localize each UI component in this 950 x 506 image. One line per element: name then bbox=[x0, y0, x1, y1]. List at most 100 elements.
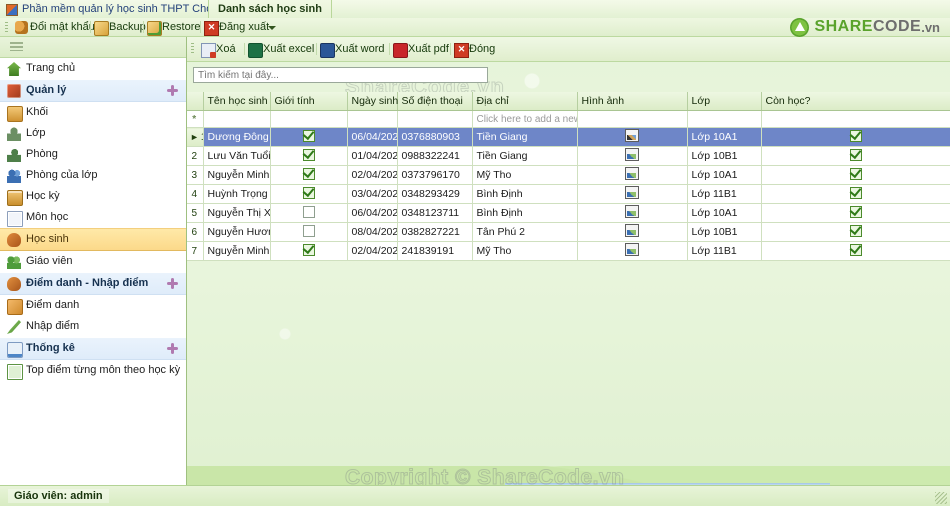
image-thumbnail-icon[interactable] bbox=[625, 224, 639, 237]
cell-active[interactable] bbox=[761, 165, 950, 185]
checkbox-checked-icon[interactable] bbox=[849, 130, 862, 142]
cell-sex[interactable] bbox=[270, 222, 348, 242]
cell-class[interactable]: Lớp 10A1 bbox=[687, 203, 762, 223]
cell-photo[interactable] bbox=[577, 184, 688, 204]
cell-name[interactable]: Nguyễn Hương N... bbox=[203, 222, 271, 242]
table-row[interactable]: 7 Nguyễn Minh Đức 02/04/2023 241839191 M… bbox=[186, 241, 950, 261]
cell-sex[interactable] bbox=[270, 241, 348, 261]
cell-name[interactable]: Nguyễn Minh Đức bbox=[203, 241, 271, 261]
search-input[interactable] bbox=[193, 67, 488, 83]
overflow-chevron-icon[interactable] bbox=[267, 22, 276, 33]
export-word-button[interactable]: Xuất word bbox=[319, 40, 385, 58]
sidebar-item-phong[interactable]: Phòng bbox=[0, 144, 186, 165]
delete-button[interactable]: Xoá bbox=[200, 40, 236, 58]
column-header-rownum[interactable] bbox=[186, 92, 204, 111]
hamburger-icon[interactable] bbox=[10, 42, 23, 51]
checkbox-checked-icon[interactable] bbox=[849, 168, 862, 180]
cell-sex[interactable] bbox=[270, 184, 348, 204]
cell-phone[interactable]: 0348123711 bbox=[397, 203, 473, 223]
checkbox-checked-icon[interactable] bbox=[849, 244, 862, 256]
table-row[interactable]: 5 Nguyễn Thị Xuyến 06/04/2023 0348123711… bbox=[186, 203, 950, 223]
cell-dob[interactable]: 06/04/2023 bbox=[347, 203, 398, 223]
checkbox-checked-icon[interactable] bbox=[849, 187, 862, 199]
new-row[interactable]: * Click here to add a new row bbox=[186, 110, 950, 128]
checkbox-checked-icon[interactable] bbox=[302, 149, 315, 161]
column-header-name[interactable]: Tên học sinh bbox=[203, 92, 271, 111]
sidebar-item-phong-cua-lop[interactable]: Phòng của lớp bbox=[0, 165, 186, 186]
column-header-sex[interactable]: Giới tính bbox=[270, 92, 348, 111]
cell-dob[interactable]: 01/04/2023 bbox=[347, 146, 398, 166]
cell-sex[interactable] bbox=[270, 203, 348, 223]
cell-name[interactable]: Nguyễn Minh Nhựt bbox=[203, 165, 271, 185]
cell-name[interactable]: Huỳnh Trọng Hiền bbox=[203, 184, 271, 204]
cell-photo[interactable] bbox=[577, 127, 688, 147]
new-row-hint[interactable]: Click here to add a new row bbox=[472, 110, 578, 128]
sidebar-item-nhap-diem[interactable]: Nhập điểm bbox=[0, 316, 186, 337]
pin-icon[interactable] bbox=[167, 343, 178, 354]
cell-phone[interactable]: 0988322241 bbox=[397, 146, 473, 166]
cell-address[interactable]: Tiền Giang bbox=[472, 146, 578, 166]
cell-address[interactable]: Bình Định bbox=[472, 203, 578, 223]
cell-address[interactable]: Tiền Giang bbox=[472, 127, 578, 147]
cell-active[interactable] bbox=[761, 146, 950, 166]
sidebar-item-diem-danh[interactable]: Điểm danh bbox=[0, 295, 186, 316]
column-header-photo[interactable]: Hình ảnh bbox=[577, 92, 688, 111]
cell-class[interactable]: Lớp 10A1 bbox=[687, 127, 762, 147]
table-row[interactable]: 4 Huỳnh Trọng Hiền 03/04/2023 0348293429… bbox=[186, 184, 950, 204]
cell-phone[interactable]: 0348293429 bbox=[397, 184, 473, 204]
table-row[interactable]: 2 Lưu Văn Tuổi 01/04/2023 0988322241 Tiề… bbox=[186, 146, 950, 166]
sidebar-item-top-diem[interactable]: Top điểm từng môn theo học kỳ bbox=[0, 360, 186, 381]
close-button[interactable]: ✕ Đóng bbox=[453, 40, 495, 58]
sidebar-item-hoc-sinh[interactable]: Học sinh bbox=[0, 228, 186, 251]
cell-photo[interactable] bbox=[577, 241, 688, 261]
table-row[interactable]: 6 Nguyễn Hương N... 08/04/2023 038282722… bbox=[186, 222, 950, 242]
menu-item-logout[interactable]: ✕ Đăng xuất bbox=[203, 18, 269, 36]
cell-photo[interactable] bbox=[577, 222, 688, 242]
cell-active[interactable] bbox=[761, 127, 950, 147]
sidebar-item-khoi[interactable]: Khối bbox=[0, 102, 186, 123]
export-excel-button[interactable]: Xuất excel bbox=[247, 40, 314, 58]
cell-photo[interactable] bbox=[577, 165, 688, 185]
sidebar-item-giao-vien[interactable]: Giáo viên bbox=[0, 251, 186, 272]
cell-sex[interactable] bbox=[270, 146, 348, 166]
cell-dob[interactable]: 02/04/2023 bbox=[347, 241, 398, 261]
checkbox-unchecked-icon[interactable] bbox=[302, 225, 315, 237]
image-thumbnail-icon[interactable] bbox=[625, 205, 639, 218]
image-thumbnail-icon[interactable] bbox=[625, 186, 639, 199]
menu-item-backup[interactable]: Backup bbox=[93, 18, 146, 36]
cell-dob[interactable]: 03/04/2023 bbox=[347, 184, 398, 204]
image-thumbnail-icon[interactable] bbox=[625, 148, 639, 161]
column-header-phone[interactable]: Số điện thoại bbox=[397, 92, 473, 111]
checkbox-checked-icon[interactable] bbox=[302, 130, 315, 142]
pin-icon[interactable] bbox=[167, 278, 178, 289]
cell-class[interactable]: Lớp 10B1 bbox=[687, 222, 762, 242]
cell-phone[interactable]: 0376880903 bbox=[397, 127, 473, 147]
cell-class[interactable]: Lớp 11B1 bbox=[687, 241, 762, 261]
menu-item-restore[interactable]: Restore bbox=[146, 18, 201, 36]
cell-class[interactable]: Lớp 10A1 bbox=[687, 165, 762, 185]
cell-address[interactable]: Tân Phú 2 bbox=[472, 222, 578, 242]
cell-active[interactable] bbox=[761, 222, 950, 242]
checkbox-checked-icon[interactable] bbox=[302, 168, 315, 180]
checkbox-checked-icon[interactable] bbox=[849, 206, 862, 218]
column-header-dob[interactable]: Ngày sinh bbox=[347, 92, 398, 111]
pin-icon[interactable] bbox=[167, 85, 178, 96]
cell-address[interactable]: Bình Định bbox=[472, 184, 578, 204]
cell-sex[interactable] bbox=[270, 165, 348, 185]
cell-active[interactable] bbox=[761, 241, 950, 261]
cell-phone[interactable]: 0382827221 bbox=[397, 222, 473, 242]
sidebar-group-quan-ly[interactable]: Quản lý bbox=[0, 79, 186, 102]
sidebar-item-trang-chu[interactable]: Trang chủ bbox=[0, 58, 186, 79]
sidebar-item-mon-hoc[interactable]: Môn học bbox=[0, 207, 186, 228]
cell-dob[interactable]: 08/04/2023 bbox=[347, 222, 398, 242]
checkbox-checked-icon[interactable] bbox=[849, 225, 862, 237]
cell-class[interactable]: Lớp 10B1 bbox=[687, 146, 762, 166]
cell-dob[interactable]: 02/04/2023 bbox=[347, 165, 398, 185]
cell-address[interactable]: Mỹ Tho bbox=[472, 241, 578, 261]
image-thumbnail-icon[interactable] bbox=[625, 167, 639, 180]
checkbox-checked-icon[interactable] bbox=[849, 149, 862, 161]
column-header-active[interactable]: Còn học? bbox=[761, 92, 950, 111]
table-row[interactable]: 3 Nguyễn Minh Nhựt 02/04/2023 0373796170… bbox=[186, 165, 950, 185]
cell-phone[interactable]: 241839191 bbox=[397, 241, 473, 261]
cell-address[interactable]: Mỹ Tho bbox=[472, 165, 578, 185]
